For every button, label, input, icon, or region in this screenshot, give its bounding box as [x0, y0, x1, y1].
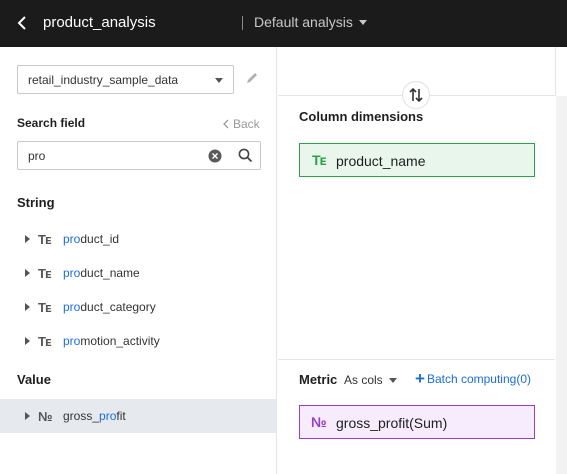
column-dimensions-label: Column dimensions	[299, 109, 424, 124]
text-type-icon: Tᴇ	[38, 334, 51, 349]
caret-right-icon[interactable]	[25, 303, 30, 311]
dataset-select-value: retail_industry_sample_data	[28, 73, 179, 87]
clear-icon[interactable]	[208, 149, 222, 163]
search-match: pro	[63, 300, 81, 314]
caret-right-icon[interactable]	[25, 235, 30, 243]
chevron-left-icon[interactable]	[14, 13, 32, 33]
text-type-icon: Tᴇ	[38, 232, 51, 247]
chevron-down-icon	[215, 78, 223, 83]
pencil-icon[interactable]	[245, 71, 259, 85]
field-item[interactable]: Tᴇ promotion_activity	[0, 324, 276, 358]
metric-pill[interactable]: № gross_profit(Sum)	[299, 405, 535, 439]
field-name: promotion_activity	[63, 334, 160, 348]
swap-axes-button[interactable]	[402, 81, 430, 109]
metric-label: Metric	[299, 372, 338, 387]
caret-right-icon[interactable]	[25, 412, 30, 420]
field-name: product_id	[63, 232, 119, 246]
field-item[interactable]: Tᴇ product_id	[0, 222, 276, 256]
dimension-pill-label: product_name	[336, 153, 426, 169]
caret-down-icon	[358, 20, 367, 25]
panel-divider	[555, 47, 556, 96]
field-name-rest: duct_category	[80, 300, 156, 314]
field-name-rest: duct_id	[80, 232, 120, 246]
metric-pill-label: gross_profit(Sum)	[336, 415, 448, 431]
section-title-value: Value	[17, 372, 51, 387]
page-title: product_analysis	[43, 14, 156, 31]
field-item[interactable]: Tᴇ product_name	[0, 256, 276, 290]
field-panel: retail_industry_sample_data Search field…	[0, 47, 277, 474]
search-field[interactable]	[17, 141, 261, 170]
caret-right-icon[interactable]	[25, 337, 30, 345]
field-item[interactable]: Tᴇ product_category	[0, 290, 276, 324]
chevron-down-icon	[388, 377, 397, 383]
dataset-select[interactable]: retail_industry_sample_data	[17, 65, 234, 94]
number-type-icon: №	[311, 414, 327, 430]
search-match: pro	[99, 409, 117, 423]
header-divider	[242, 16, 243, 30]
field-item[interactable]: № gross_profit	[0, 399, 276, 433]
plus-icon: +	[415, 368, 425, 388]
analysis-selector[interactable]: Default analysis	[254, 14, 367, 30]
back-link-label: Back	[233, 117, 260, 131]
field-name: product_name	[63, 266, 140, 280]
top-header: product_analysis Default analysis	[0, 0, 567, 47]
search-match: pro	[63, 266, 81, 280]
field-name-after: fit	[116, 409, 126, 423]
search-icon[interactable]	[238, 148, 253, 163]
batch-computing-button[interactable]: + Batch computing(0)	[415, 368, 531, 388]
field-name: gross_profit	[63, 409, 126, 423]
back-link[interactable]: Back	[222, 117, 260, 131]
swap-icon	[409, 87, 423, 103]
section-divider	[278, 359, 555, 360]
batch-computing-label: Batch computing(0)	[426, 372, 531, 386]
metric-mode-value: As cols	[344, 373, 383, 387]
text-type-icon: Tᴇ	[312, 152, 327, 168]
config-panel: Column dimensions Tᴇ product_name Metric…	[278, 47, 567, 474]
search-match: pro	[63, 334, 81, 348]
search-match: pro	[63, 232, 81, 246]
field-name-rest: motion_activity	[80, 334, 160, 348]
search-field-label: Search field	[17, 116, 86, 130]
analysis-selector-label: Default analysis	[254, 14, 353, 30]
field-name: product_category	[63, 300, 156, 314]
metric-mode-select[interactable]: As cols	[344, 373, 397, 387]
field-name-rest: duct_name	[80, 266, 140, 280]
search-input[interactable]	[28, 149, 198, 163]
side-gutter	[556, 96, 567, 474]
text-type-icon: Tᴇ	[38, 266, 51, 281]
number-type-icon: №	[38, 409, 52, 424]
text-type-icon: Tᴇ	[38, 300, 51, 315]
dimension-pill[interactable]: Tᴇ product_name	[299, 143, 535, 177]
section-title-string: String	[17, 195, 55, 210]
field-name-before: gross_	[63, 409, 100, 423]
chevron-left-icon	[223, 119, 229, 129]
caret-right-icon[interactable]	[25, 269, 30, 277]
